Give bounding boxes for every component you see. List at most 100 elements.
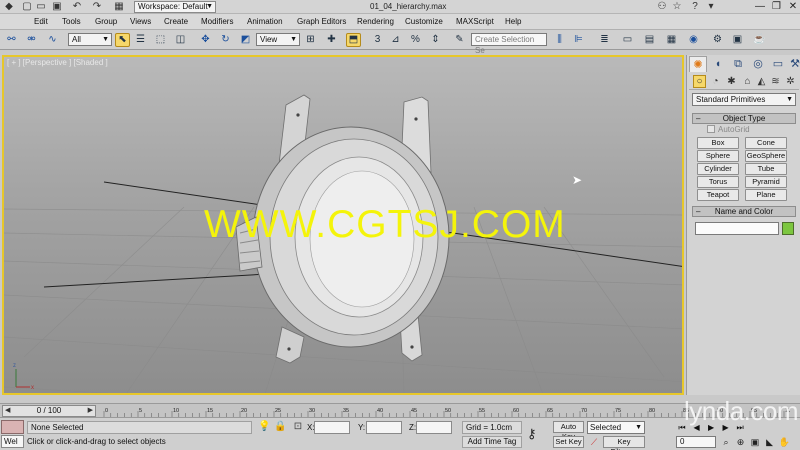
unlink-icon[interactable]: ⚮: [24, 33, 39, 47]
maxscript-listener-white[interactable]: Wel: [1, 435, 24, 448]
object-type-rollout[interactable]: – Object Type: [692, 113, 796, 124]
menu-modifiers[interactable]: Modifiers: [201, 14, 233, 30]
set-key-button[interactable]: Set Key: [553, 436, 584, 448]
hierarchy-tab-icon[interactable]: ⧉: [729, 56, 747, 72]
menu-help[interactable]: Help: [505, 14, 521, 30]
systems-icon[interactable]: ✲: [784, 75, 797, 88]
modify-tab-icon[interactable]: ◖: [709, 56, 727, 72]
add-time-tag-button[interactable]: Add Time Tag: [462, 436, 522, 448]
menu-tools[interactable]: Tools: [62, 14, 81, 30]
workspace-selector[interactable]: Workspace: Default ▼: [134, 1, 216, 13]
maximize-button[interactable]: ❐: [769, 0, 783, 13]
named-selection-sets[interactable]: Create Selection Se: [471, 33, 547, 55]
current-frame-field[interactable]: 0: [676, 436, 716, 448]
create-tab-icon[interactable]: ✺: [689, 56, 707, 72]
menu-graph-editors[interactable]: Graph Editors: [297, 14, 346, 30]
save-file-icon[interactable]: ▣: [50, 1, 64, 13]
display-tab-icon[interactable]: ▭: [769, 56, 787, 72]
lights-icon[interactable]: ✱: [725, 75, 738, 88]
menu-views[interactable]: Views: [130, 14, 151, 30]
menu-maxscript[interactable]: MAXScript: [456, 14, 494, 30]
tube-button[interactable]: Tube: [745, 163, 787, 175]
viewport-label-menu[interactable]: [ + ] [Perspective ] [Shaded ]: [7, 58, 108, 67]
menu-group[interactable]: Group: [95, 14, 117, 30]
cylinder-button[interactable]: Cylinder: [697, 163, 739, 175]
zoom-all-icon[interactable]: ⊕: [735, 436, 747, 448]
curve-editor-icon[interactable]: ▤: [642, 33, 657, 47]
box-button[interactable]: Box: [697, 137, 739, 149]
default-in-out-tangents-icon[interactable]: ⟋: [587, 436, 601, 448]
object-color-swatch[interactable]: [782, 222, 794, 235]
auto-key-button[interactable]: Auto Key: [553, 421, 584, 441]
maxscript-listener-pink[interactable]: [1, 420, 24, 434]
hold-icon[interactable]: ▦: [112, 1, 126, 13]
selection-lock-icon[interactable]: 🔒: [274, 421, 286, 433]
previous-frame-icon[interactable]: ◀: [5, 406, 10, 416]
time-slider[interactable]: ◀ 0 / 100 ▶: [2, 405, 96, 417]
render-production-icon[interactable]: ☕: [752, 33, 767, 47]
helpers-icon[interactable]: ◭: [755, 75, 768, 88]
geosphere-button[interactable]: GeoSphere: [745, 150, 787, 162]
next-frame-icon[interactable]: ▶: [88, 406, 93, 416]
spinner-snap-icon[interactable]: ⇕: [428, 33, 443, 47]
material-editor-icon[interactable]: ◉: [686, 33, 701, 47]
menu-rendering[interactable]: Rendering: [357, 14, 394, 30]
selection-filter-combo[interactable]: All ▼: [68, 33, 112, 46]
x-coordinate-field[interactable]: [314, 421, 350, 434]
new-file-icon[interactable]: ▢: [20, 1, 34, 13]
name-and-color-rollout[interactable]: – Name and Color: [692, 206, 796, 217]
rectangular-selection-icon[interactable]: ⬚: [153, 33, 168, 47]
dropdown-icon[interactable]: ▾: [704, 1, 718, 13]
star-icon[interactable]: ☆: [670, 1, 684, 13]
space-warps-icon[interactable]: ≋: [769, 75, 782, 88]
perspective-viewport[interactable]: z x [ + ] [Perspective ] [Shaded ] WWW.C…: [2, 55, 684, 395]
shapes-icon[interactable]: ◔: [709, 75, 722, 88]
geometry-icon[interactable]: ○: [693, 75, 706, 88]
field-of-view-icon[interactable]: ◣: [764, 436, 776, 448]
sphere-button[interactable]: Sphere: [697, 150, 739, 162]
autogrid-checkbox[interactable]: AutoGrid: [707, 125, 750, 135]
teapot-button[interactable]: Teapot: [697, 189, 739, 201]
render-setup-icon[interactable]: ⚙: [710, 33, 725, 47]
menu-customize[interactable]: Customize: [405, 14, 443, 30]
select-object-icon[interactable]: ⬉: [115, 33, 130, 47]
motion-tab-icon[interactable]: ◎: [749, 56, 767, 72]
menu-create[interactable]: Create: [164, 14, 188, 30]
select-manipulate-icon[interactable]: ✚: [324, 33, 339, 47]
align-icon[interactable]: ⊫: [571, 33, 586, 47]
move-icon[interactable]: ✥: [198, 33, 213, 47]
absolute-mode-icon[interactable]: ⊡: [292, 421, 304, 433]
menu-animation[interactable]: Animation: [247, 14, 283, 30]
key-icon[interactable]: ⚷: [527, 426, 537, 442]
schematic-view-icon[interactable]: ▦: [664, 33, 679, 47]
percent-snap-icon[interactable]: %: [408, 33, 423, 47]
isolate-selection-icon[interactable]: 💡: [258, 421, 270, 433]
app-logo-icon[interactable]: ◆: [2, 1, 16, 13]
snaps-toggle-icon[interactable]: 3: [370, 33, 385, 47]
rotate-icon[interactable]: ↻: [218, 33, 233, 47]
open-file-icon[interactable]: ▭: [34, 1, 48, 13]
keyboard-shortcut-override-icon[interactable]: ⬒: [346, 33, 361, 47]
rendered-frame-window-icon[interactable]: ▣: [730, 33, 745, 47]
help-icon[interactable]: ?: [688, 1, 702, 13]
pan-icon[interactable]: ✋: [778, 436, 790, 448]
graphite-ribbon-icon[interactable]: ▭: [620, 33, 635, 47]
bind-space-warp-icon[interactable]: ∿: [45, 33, 60, 47]
select-and-link-icon[interactable]: ⚯: [4, 33, 19, 47]
reference-coord-combo[interactable]: View ▼: [256, 33, 300, 46]
close-button[interactable]: ✕: [786, 0, 800, 13]
cameras-icon[interactable]: ⌂: [741, 75, 754, 88]
mirror-icon[interactable]: ⫼: [552, 33, 567, 47]
select-by-name-icon[interactable]: ☰: [133, 33, 148, 47]
utilities-tab-icon[interactable]: ⚒: [786, 56, 800, 72]
pivot-center-icon[interactable]: ⊞: [303, 33, 318, 47]
z-coordinate-field[interactable]: [416, 421, 452, 434]
binoculars-icon[interactable]: ⚇: [655, 1, 669, 13]
minimize-button[interactable]: —: [753, 0, 767, 13]
object-name-field[interactable]: [695, 222, 779, 235]
zoom-extents-icon[interactable]: ▣: [749, 436, 761, 448]
torus-button[interactable]: Torus: [697, 176, 739, 188]
menu-edit[interactable]: Edit: [34, 14, 48, 30]
pyramid-button[interactable]: Pyramid: [745, 176, 787, 188]
y-coordinate-field[interactable]: [366, 421, 402, 434]
